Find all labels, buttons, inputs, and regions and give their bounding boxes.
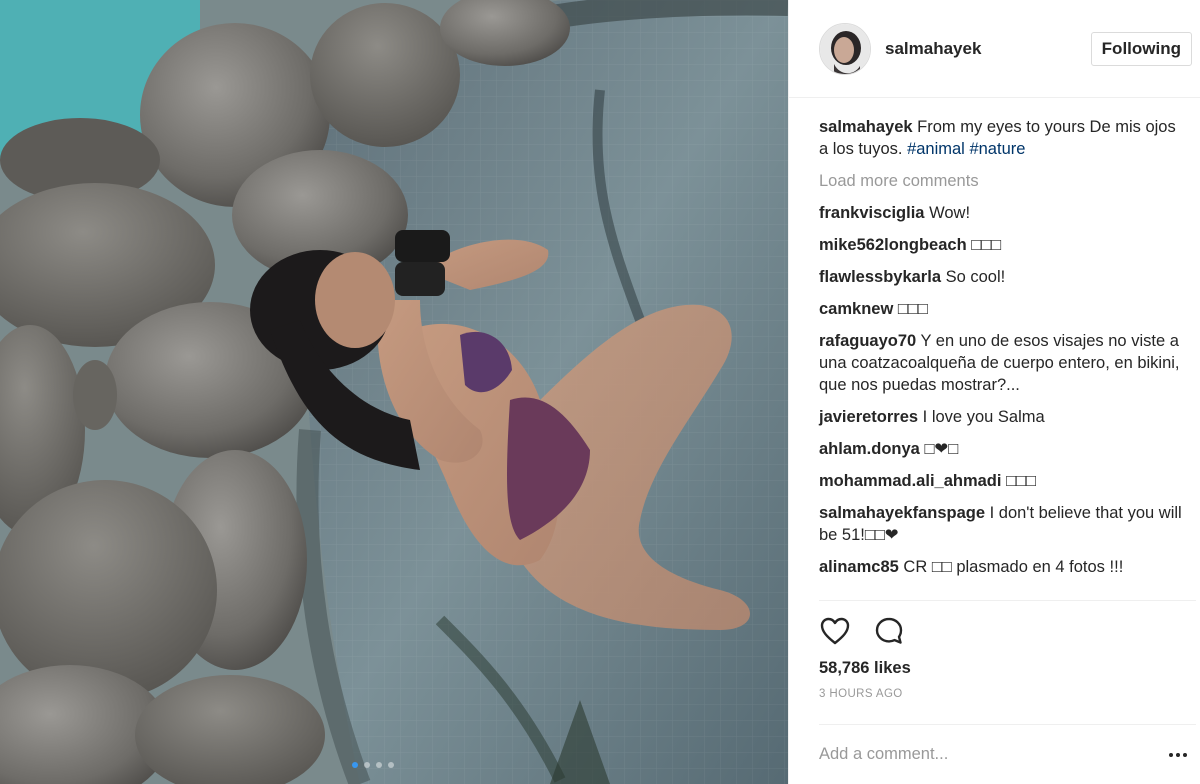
comment: camknew □□□ <box>819 298 1186 320</box>
comment-text: □□□ <box>897 300 928 318</box>
comment-text: Wow! <box>929 204 971 222</box>
comment-username[interactable]: camknew <box>819 300 893 318</box>
caption-username[interactable]: salmahayek <box>819 118 913 136</box>
comment-username[interactable]: salmahayekfanspage <box>819 504 985 522</box>
comment: ahlam.donya □❤□ <box>819 438 1186 460</box>
more-options-icon[interactable] <box>1166 752 1190 757</box>
likes-count[interactable]: 58,786 likes <box>819 659 1196 678</box>
comment-username[interactable]: mohammad.ali_ahmadi <box>819 472 1001 490</box>
post-timestamp[interactable]: 3 HOURS AGO <box>819 688 1196 700</box>
comment-username[interactable]: javieretorres <box>819 408 918 426</box>
comment-username[interactable]: rafaguayo70 <box>819 332 916 350</box>
carousel-dot-active <box>352 762 358 768</box>
post-sidebar: salmahayek Following salmahayek From my … <box>788 0 1200 784</box>
heart-icon[interactable] <box>819 615 851 647</box>
comment: frankviscigliа Wow! <box>819 202 1186 224</box>
carousel-dot <box>388 762 394 768</box>
comment-username[interactable]: alinamc85 <box>819 558 899 576</box>
comment: mohammad.ali_ahmadi □□□ <box>819 470 1186 492</box>
load-more-comments-link[interactable]: Load more comments <box>819 170 1186 192</box>
comment: rafaguayo70 Y en uno de esos visajes no … <box>819 330 1186 396</box>
comment-text: □❤□ <box>924 440 959 458</box>
hashtag-link[interactable]: #nature <box>969 140 1025 158</box>
comment: javieretorres I love you Salma <box>819 406 1186 428</box>
comment: flawlessbykarla So cool! <box>819 266 1186 288</box>
comment: mike562longbeach □□□ <box>819 234 1186 256</box>
post-photo[interactable] <box>0 0 788 784</box>
comment-text: I love you Salma <box>922 408 1045 426</box>
comment-username[interactable]: flawlessbykarla <box>819 268 941 286</box>
comment-username[interactable]: mike562longbeach <box>819 236 967 254</box>
comment-text: □□□ <box>1006 472 1036 490</box>
carousel-dot <box>364 762 370 768</box>
comment: alinamc85 CR □□ plasmado en 4 fotos !!! <box>819 556 1186 578</box>
comment-text: CR □□ plasmado en 4 fotos !!! <box>903 558 1124 576</box>
comments-list: salmahayek From my eyes to yours De mis … <box>789 98 1200 600</box>
photo-illustration <box>0 0 788 784</box>
comment-text: So cool! <box>945 268 1006 286</box>
username[interactable]: salmahayek <box>885 39 1091 59</box>
carousel-indicator <box>352 762 394 768</box>
comment: salmahayekfanspage I don't believe that … <box>819 502 1186 546</box>
comment-icon[interactable] <box>873 615 905 647</box>
caption: salmahayek From my eyes to yours De mis … <box>819 116 1186 160</box>
add-comment-bar <box>819 724 1196 784</box>
action-bar <box>819 601 1196 649</box>
avatar[interactable] <box>819 22 871 75</box>
post-actions: 58,786 likes 3 HOURS AGO <box>819 600 1196 700</box>
comment-username[interactable]: ahlam.donya <box>819 440 920 458</box>
comment-username[interactable]: frankviscigliа <box>819 204 924 222</box>
comment-text: □□□ <box>971 236 1002 254</box>
comment-input[interactable] <box>819 745 1166 764</box>
following-button[interactable]: Following <box>1090 31 1192 66</box>
carousel-dot <box>376 762 382 768</box>
hashtag-link[interactable]: #animal <box>907 140 965 158</box>
post-header: salmahayek Following <box>789 0 1200 98</box>
